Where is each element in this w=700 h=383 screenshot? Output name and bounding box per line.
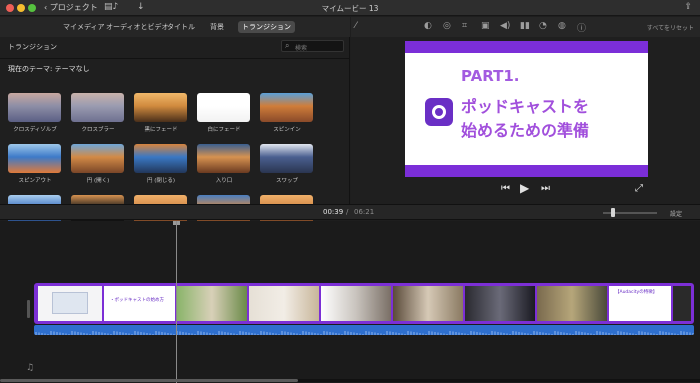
slide-band-bottom: [405, 165, 648, 177]
transition-label: スワップ: [275, 178, 298, 184]
tab-audio-video[interactable]: オーディオとビデオ: [106, 22, 169, 32]
transition-browser: トランジション ⌕ 検索 現在のテーマ: テーマなし クロスディゾルブ クロスブラ…: [0, 37, 350, 224]
timecode-bar: 00:39 / 06:21 設定: [0, 204, 700, 220]
transition-thumbnail[interactable]: [197, 144, 250, 173]
window-title: マイムービー 13: [321, 4, 379, 13]
clip-frame-person2: [249, 286, 319, 321]
tab-transitions[interactable]: トランジション: [238, 21, 295, 33]
color-correction-icon[interactable]: ◎: [443, 21, 451, 31]
slide-title-line2: 始めるための準備: [461, 121, 590, 140]
transition-thumbnail[interactable]: [134, 93, 187, 122]
reset-all-button[interactable]: すべてをリセット: [647, 23, 694, 32]
transition-thumbnail[interactable]: [260, 144, 313, 173]
share-icon[interactable]: ⇪: [684, 2, 692, 12]
playhead[interactable]: [176, 221, 177, 383]
speed-icon[interactable]: ◔: [539, 21, 547, 31]
transition-label: 白にフェード: [207, 127, 241, 133]
waveform-graphic: [35, 331, 694, 335]
search-input[interactable]: ⌕ 検索: [281, 40, 344, 52]
video-clip[interactable]: ・ポッドキャストの始め方 【Audacityの特徴】: [34, 283, 694, 324]
magic-wand-icon[interactable]: ⁄: [355, 21, 357, 31]
clip-frame-end: [673, 286, 691, 321]
transition-label: 入り口: [215, 178, 233, 184]
skip-back-icon[interactable]: ⏮: [501, 183, 510, 194]
preview-canvas[interactable]: PART1. ポッドキャストを 始めるための準備: [405, 41, 648, 177]
tab-titles[interactable]: タイトル: [167, 22, 195, 32]
search-icon: ⌕: [285, 41, 290, 50]
transition-thumbnail[interactable]: [8, 93, 61, 122]
total-duration: 06:21: [354, 208, 375, 216]
clip-frame-title: ・ポッドキャストの始め方: [104, 286, 175, 321]
transition-label: 黒にフェード: [144, 127, 178, 133]
fullscreen-icon[interactable]: ⤢: [635, 183, 643, 194]
clip-audacity-text: 【Audacityの特徴】: [615, 290, 658, 295]
transition-label: スピンアウト: [18, 178, 52, 184]
clip-frame-audacity: 【Audacityの特徴】: [609, 286, 671, 321]
media-tab-bar: マイメディア オーディオとビデオ タイトル 背景 トランジション: [0, 17, 350, 37]
slide-title-line1: ポッドキャストを: [461, 97, 590, 116]
tab-backgrounds[interactable]: 背景: [210, 22, 224, 32]
clip-title-text: ・ポッドキャストの始め方: [110, 298, 164, 303]
transition-thumbnail[interactable]: [71, 144, 124, 173]
transition-label: 円 (開く): [86, 178, 110, 184]
slide-band-top: [405, 41, 648, 53]
play-icon[interactable]: ▶: [520, 181, 529, 195]
clip-frame-studio: [393, 286, 463, 321]
time-separator: /: [346, 208, 349, 216]
volume-icon[interactable]: ◀): [500, 21, 510, 31]
clip-frame-person3: [537, 286, 607, 321]
tab-my-media[interactable]: マイメディア: [63, 22, 105, 32]
transition-label: 円 (閉じる): [146, 178, 176, 184]
crop-icon[interactable]: ⌗: [462, 21, 467, 31]
search-placeholder: 検索: [295, 45, 308, 52]
timeline-settings-button[interactable]: 設定: [670, 209, 682, 218]
music-note-icon: ♫: [26, 363, 35, 373]
audio-waveform[interactable]: [34, 325, 694, 335]
clip-frame-person1: [177, 286, 247, 321]
stabilization-icon[interactable]: ▣: [481, 21, 490, 31]
transition-label: クロスディゾルブ: [13, 127, 57, 133]
noise-reduction-icon[interactable]: ▮▮: [520, 21, 530, 31]
info-icon[interactable]: ⓘ: [577, 21, 586, 34]
current-time: 00:39: [323, 208, 344, 216]
zoom-slider-knob[interactable]: [611, 208, 615, 217]
viewer: PART1. ポッドキャストを 始めるための準備 ⏮ ▶ ⏭ ⤢: [351, 37, 700, 204]
horizontal-scrollbar-thumb[interactable]: [0, 379, 298, 382]
transition-label: クロスブラー: [81, 127, 115, 133]
transition-thumbnail[interactable]: [134, 144, 187, 173]
title-bar: ‹ プロジェクト ▤♪ ↓ マイムービー 13 ⇪: [0, 0, 700, 16]
transition-label: スピンイン: [273, 127, 301, 133]
adjust-toolbar: ⁄ ◐ ◎ ⌗ ▣ ◀) ▮▮ ◔ ◍ ⓘ すべてをリセット: [351, 17, 700, 37]
clip-frame-computer: [465, 286, 535, 321]
transition-thumbnail[interactable]: [8, 144, 61, 173]
clip-filter-icon[interactable]: ◍: [558, 21, 566, 31]
transition-thumbnail[interactable]: [71, 93, 124, 122]
app-logo-icon: [425, 98, 453, 126]
timeline[interactable]: ・ポッドキャストの始め方 【Audacityの特徴】 ♫: [0, 221, 700, 383]
skip-forward-icon[interactable]: ⏭: [541, 183, 550, 194]
slide-part-label: PART1.: [461, 67, 520, 85]
imovie-window: ‹ プロジェクト ▤♪ ↓ マイムービー 13 ⇪ マイメディア オーディオとビ…: [0, 0, 700, 383]
clip-handle[interactable]: [27, 300, 30, 318]
clip-frame-slides: [38, 286, 102, 321]
transition-thumbnail[interactable]: [197, 93, 250, 122]
panel-title: トランジション: [8, 43, 57, 51]
divider: [0, 58, 350, 59]
current-theme-label: 現在のテーマ: テーマなし: [8, 65, 90, 73]
transition-thumbnail[interactable]: [260, 93, 313, 122]
color-balance-icon[interactable]: ◐: [424, 21, 432, 31]
clip-frame-podcast: [321, 286, 391, 321]
